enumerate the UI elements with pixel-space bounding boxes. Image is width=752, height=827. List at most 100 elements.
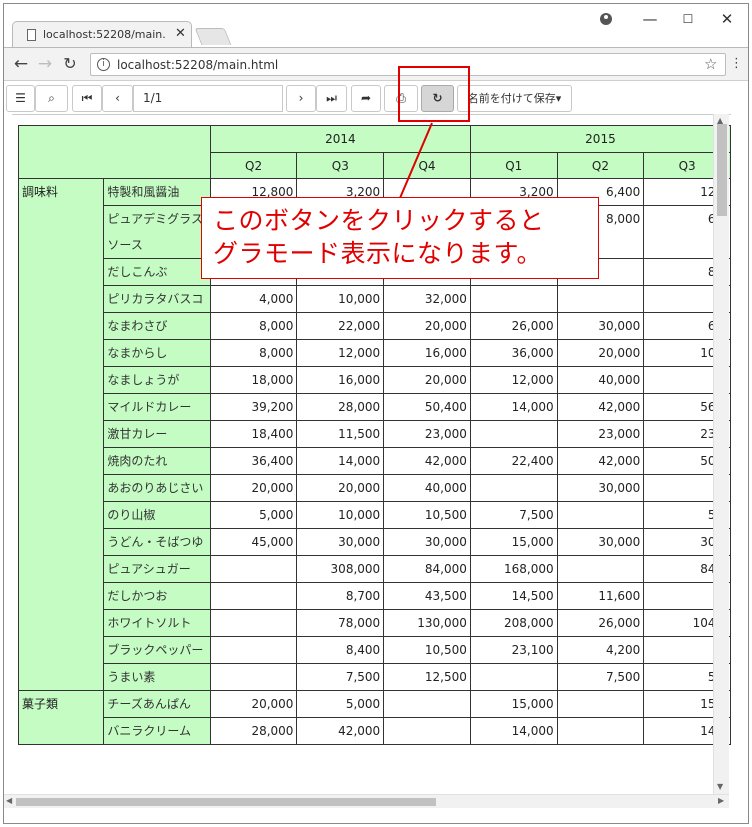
callout-annotation: このボタンをクリックすると グラモード表示になります。 — [201, 197, 599, 279]
value-cell: 16,000 — [383, 339, 471, 367]
value-cell: 11,600 — [556, 582, 645, 610]
table-row: 激甘カレー18,40011,50023,00023,00023,0 — [19, 420, 731, 448]
product-name-cell: うどん・そばつゆ — [103, 528, 211, 556]
product-name-cell: うまい素 — [103, 663, 211, 691]
value-cell: 130,000 — [383, 609, 471, 637]
account-icon[interactable] — [600, 13, 612, 25]
vertical-scrollbar[interactable]: ▲ ▼ — [713, 114, 729, 794]
value-cell: 7,500 — [556, 663, 645, 691]
product-name-cell: だしかつお — [103, 582, 211, 610]
value-cell: 12,000 — [469, 366, 558, 394]
save-as-button[interactable]: 名前を付けて保存▾ — [457, 85, 572, 112]
value-cell: 42,000 — [556, 393, 645, 421]
quarter-header: Q3 — [296, 152, 385, 179]
value-cell — [209, 636, 298, 664]
table-row: うどん・そばつゆ45,00030,00030,00015,00030,00030… — [19, 528, 731, 556]
toc-icon[interactable]: ☰ — [6, 85, 35, 112]
minimize-button[interactable]: — — [630, 10, 670, 28]
value-cell: 45,000 — [209, 528, 298, 556]
maximize-button[interactable]: ☐ — [668, 12, 708, 26]
product-name-cell: 焼肉のたれ — [103, 447, 211, 475]
product-name-cell: マイルドカレー — [103, 393, 211, 421]
new-tab-button[interactable] — [194, 28, 232, 45]
value-cell: 22,000 — [296, 312, 385, 340]
table-row: なまわさび8,00022,00020,00026,00030,0006,0 — [19, 312, 731, 340]
title-bar: localhost:52208/main.htr ✕ — ☐ ✕ — [4, 4, 748, 47]
table-row: あおのりあじさい 20,000 20,000 40,000 30,000 — [19, 474, 731, 502]
product-name-cell: ピュアデミグラスソース — [103, 205, 211, 259]
prev-page-icon[interactable]: ‹ — [102, 85, 133, 112]
value-cell: 30,000 — [383, 528, 471, 556]
value-cell: 8,700 — [296, 582, 385, 610]
tab-close-button[interactable]: ✕ — [175, 26, 186, 41]
value-cell: 22,400 — [469, 447, 558, 475]
value-cell: 28,000 — [209, 717, 298, 745]
product-name-cell: なまわさび — [103, 312, 211, 340]
product-name-cell: ピュアシュガー — [103, 555, 211, 583]
year-header: 2015 — [469, 125, 731, 153]
next-page-icon[interactable]: › — [286, 85, 316, 112]
value-cell: 42,000 — [556, 447, 645, 475]
value-cell: 14,000 — [469, 393, 558, 421]
value-cell: 28,000 — [296, 393, 385, 421]
value-cell: 23,000 — [383, 420, 471, 448]
value-cell: 36,400 — [209, 447, 298, 475]
product-name-cell: ブラックペッパー — [103, 636, 211, 664]
horizontal-scrollbar[interactable]: ◀ ▶ — [4, 794, 729, 808]
browser-window: localhost:52208/main.htr ✕ — ☐ ✕ ← → ↻ i… — [3, 3, 749, 824]
value-cell: 14,000 — [296, 447, 385, 475]
value-cell: 8,000 — [209, 339, 298, 367]
info-icon[interactable]: i — [97, 58, 110, 71]
value-cell — [209, 555, 298, 583]
callout-line-1: このボタンをクリックすると — [213, 206, 545, 235]
value-cell: 20,000 — [383, 366, 471, 394]
value-cell: 32,000 — [383, 285, 471, 313]
page-number-input[interactable]: 1/1 — [133, 85, 283, 112]
product-name-cell: のり山椒 — [103, 501, 211, 529]
search-icon[interactable]: ⌕ — [35, 85, 68, 112]
product-name-cell: なましょうが — [103, 366, 211, 394]
value-cell — [209, 582, 298, 610]
close-window-button[interactable]: ✕ — [707, 10, 747, 28]
product-name-cell: 激甘カレー — [103, 420, 211, 448]
value-cell — [556, 555, 645, 583]
vertical-scroll-thumb[interactable] — [717, 124, 727, 216]
value-cell — [209, 663, 298, 691]
value-cell — [556, 690, 645, 718]
value-cell: 20,000 — [209, 690, 298, 718]
menu-dots-icon[interactable]: ⋮ — [730, 56, 743, 71]
back-arrow-icon[interactable]: ← — [10, 54, 32, 74]
value-cell: 8,400 — [296, 636, 385, 664]
table-row: マイルドカレー39,20028,00050,40014,00042,00056,… — [19, 393, 731, 421]
category-cell: 調味料 — [17, 178, 105, 691]
value-cell: 10,000 — [296, 501, 385, 529]
bookmark-star-icon[interactable]: ☆ — [704, 55, 717, 73]
product-name-cell: なまからし — [103, 339, 211, 367]
scroll-right-icon[interactable]: ▶ — [718, 796, 724, 805]
value-cell — [556, 717, 645, 745]
value-cell: 308,000 — [296, 555, 385, 583]
horizontal-scroll-thumb[interactable] — [16, 798, 436, 806]
value-cell: 18,000 — [209, 366, 298, 394]
value-cell: 50,400 — [383, 393, 471, 421]
quarter-header: Q2 — [209, 152, 298, 179]
forward-arrow-icon[interactable]: → — [34, 54, 56, 74]
table-row: バニラクリーム28,00042,00014,00014,0 — [19, 717, 731, 745]
scroll-left-icon[interactable]: ◀ — [6, 796, 12, 805]
first-page-icon[interactable]: ⏮ — [72, 85, 102, 112]
table-row: なまからし8,00012,00016,00036,00020,00010,0 — [19, 339, 731, 367]
last-page-icon[interactable]: ⏭ — [316, 85, 347, 112]
value-cell: 30,000 — [556, 474, 645, 502]
value-cell: 16,000 — [296, 366, 385, 394]
value-cell: 8,000 — [209, 312, 298, 340]
value-cell — [556, 285, 645, 313]
browser-tab[interactable]: localhost:52208/main.htr ✕ — [12, 21, 192, 47]
value-cell: 30,000 — [296, 528, 385, 556]
value-cell: 15,000 — [469, 528, 558, 556]
value-cell: 39,200 — [209, 393, 298, 421]
scroll-down-icon[interactable]: ▼ — [717, 782, 723, 791]
reload-icon[interactable]: ↻ — [59, 54, 81, 73]
export-icon[interactable]: ➦ — [351, 85, 381, 112]
product-name-cell: 特製和風醤油 — [103, 178, 211, 206]
value-cell: 20,000 — [209, 474, 298, 502]
